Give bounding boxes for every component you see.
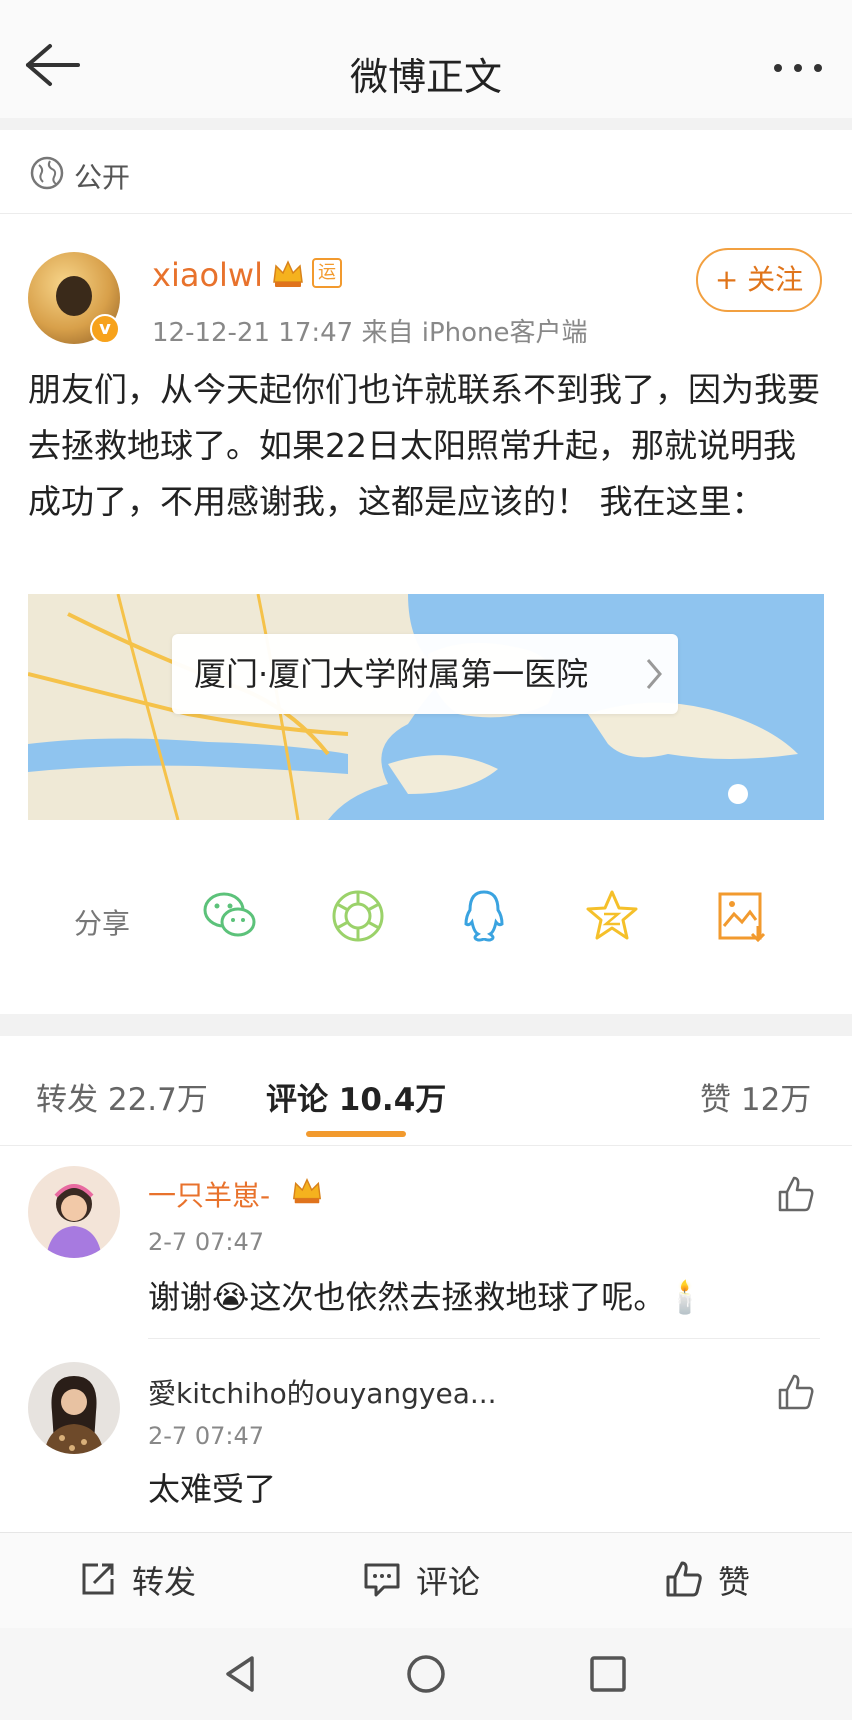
section-gap <box>0 1014 852 1036</box>
share-row: 分享 <box>0 880 852 960</box>
top-bar: 微博正文 <box>0 0 852 118</box>
save-image-icon[interactable] <box>712 886 772 946</box>
home-circle-icon[interactable] <box>402 1650 450 1698</box>
post-text: 朋友们，从今天起你们也许就联系不到我了，因为我要去拯救地球了。如果22日太阳照常… <box>28 370 820 521</box>
tab-like[interactable]: 赞 12万 <box>700 1074 811 1119</box>
share-label: 分享 <box>74 907 131 940</box>
recents-square-icon[interactable] <box>584 1650 632 1698</box>
comment-text: 太难受了 <box>148 1470 277 1508</box>
active-tab-indicator <box>306 1131 406 1137</box>
section-gap <box>0 118 852 130</box>
tab-repost[interactable]: 转发 22.7万 <box>36 1074 208 1119</box>
location-card[interactable]: 厦门·厦门大学附属第一医院 <box>172 634 678 714</box>
follow-button[interactable]: + 关注 <box>696 248 822 312</box>
comment-text: 谢谢😭这次也依然去拯救地球了呢。🕯️ <box>148 1278 706 1316</box>
bottom-action-bar: 转发 评论 赞 <box>0 1532 852 1628</box>
comment-avatar[interactable] <box>28 1362 120 1454</box>
comment-icon[interactable] <box>362 1559 402 1599</box>
comment-time: 2-7 07:47 <box>148 1228 264 1256</box>
interaction-tabs: 转发 22.7万 评论 10.4万 赞 12万 <box>0 1060 852 1146</box>
qq-icon[interactable] <box>454 886 514 946</box>
privacy-row: 公开 <box>0 130 852 214</box>
like-button[interactable]: 赞 <box>718 1557 750 1603</box>
comment-username[interactable]: 愛kitchiho的ouyangyea... <box>148 1372 497 1412</box>
verified-badge: v <box>90 314 120 344</box>
privacy-label: 公开 <box>74 161 131 194</box>
comment-username[interactable]: 一只羊崽- <box>148 1174 270 1214</box>
like-icon[interactable] <box>664 1559 704 1599</box>
crown-member-icon <box>292 1177 322 1204</box>
globe-icon <box>30 156 64 190</box>
comment-time: 2-7 07:47 <box>148 1422 264 1450</box>
divider <box>148 1338 820 1339</box>
like-icon[interactable] <box>776 1372 816 1412</box>
wechat-icon[interactable] <box>200 886 260 946</box>
system-nav-bar <box>0 1628 852 1720</box>
more-options-icon[interactable] <box>768 48 828 88</box>
run-badge-icon: 运 <box>312 258 342 288</box>
post-meta: 12-12-21 17:47 来自 iPhone客户端 <box>152 318 588 348</box>
like-icon[interactable] <box>776 1174 816 1214</box>
crown-member-icon <box>273 260 303 287</box>
moments-icon[interactable] <box>328 886 388 946</box>
repost-icon[interactable] <box>78 1559 118 1599</box>
comment-avatar[interactable] <box>28 1166 120 1258</box>
tab-comment[interactable]: 评论 10.4万 <box>266 1074 446 1119</box>
qzone-star-icon[interactable] <box>582 886 642 946</box>
page-title: 微博正文 <box>349 55 502 99</box>
location-name: 厦门·厦门大学附属第一医院 <box>194 655 589 693</box>
chevron-right-icon <box>646 659 662 689</box>
repost-button[interactable]: 转发 <box>132 1557 196 1603</box>
comment-button[interactable]: 评论 <box>416 1557 480 1603</box>
username[interactable]: xiaolwl <box>152 256 263 294</box>
back-triangle-icon[interactable] <box>218 1650 266 1698</box>
